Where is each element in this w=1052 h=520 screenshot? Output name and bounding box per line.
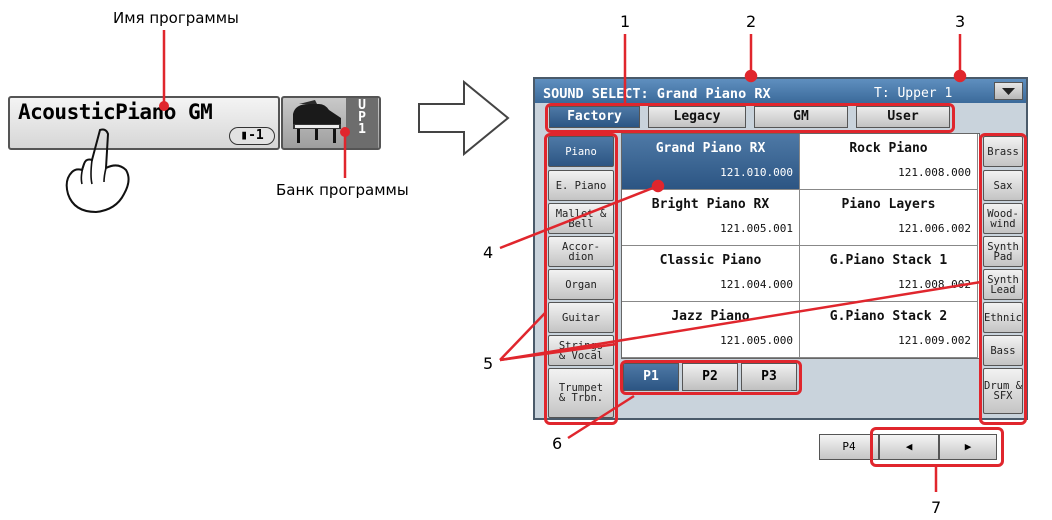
sound-code: 121.008.000 <box>898 166 971 179</box>
sound-code: 121.006.002 <box>898 222 971 235</box>
sound-name: Piano Layers <box>841 197 936 212</box>
sound-code: 121.005.001 <box>720 222 793 235</box>
left-callout-lines <box>159 30 350 178</box>
highlight-left-categories <box>544 133 618 425</box>
screen-title: SOUND SELECT: Grand Piano RX <box>543 86 771 102</box>
track-label: T: Upper 1 <box>874 86 953 101</box>
callout-number: 4 <box>483 243 494 262</box>
callout-number: 5 <box>483 354 494 373</box>
highlight-scroll-arrows <box>870 427 1004 467</box>
page-menu-button[interactable] <box>994 82 1023 100</box>
sound-cell[interactable]: G.Piano Stack 1 121.008.002 <box>800 246 978 302</box>
sound-code: 121.004.000 <box>720 278 793 291</box>
sound-name: G.Piano Stack 2 <box>829 309 948 324</box>
sound-code: 121.005.000 <box>720 334 793 347</box>
sound-code: 121.009.002 <box>898 334 971 347</box>
callout-number: 2 <box>746 12 757 31</box>
sound-name: G.Piano Stack 1 <box>829 253 948 268</box>
callout-number: 7 <box>931 498 942 517</box>
sound-cell[interactable]: Piano Layers 121.006.002 <box>800 190 978 246</box>
sound-name: Jazz Piano <box>671 309 750 324</box>
highlight-page-buttons <box>620 360 802 395</box>
highlight-right-categories <box>979 133 1027 425</box>
sound-grid: Grand Piano RX 121.010.000 Rock Piano 12… <box>621 133 980 359</box>
sound-name: Grand Piano RX <box>655 141 766 156</box>
highlight-bank-tabs <box>545 103 955 133</box>
callout-number: 3 <box>955 12 966 31</box>
sound-cell[interactable]: Grand Piano RX 121.010.000 <box>622 134 800 190</box>
sound-cell[interactable]: G.Piano Stack 2 121.009.002 <box>800 302 978 358</box>
sound-code: 121.008.002 <box>898 278 971 291</box>
dropdown-arrow-icon <box>1002 88 1015 95</box>
sound-cell[interactable]: Jazz Piano 121.005.000 <box>622 302 800 358</box>
sound-name: Rock Piano <box>849 141 928 156</box>
sound-cell[interactable]: Rock Piano 121.008.000 <box>800 134 978 190</box>
sound-cell[interactable]: Bright Piano RX 121.005.001 <box>622 190 800 246</box>
callout-number: 6 <box>552 434 563 453</box>
right-arrow-shape <box>418 79 510 157</box>
sound-code: 121.010.000 <box>720 166 793 179</box>
callout-number: 1 <box>620 12 631 31</box>
sound-cell[interactable]: Classic Piano 121.004.000 <box>622 246 800 302</box>
sound-name: Classic Piano <box>659 253 762 268</box>
sound-name: Bright Piano RX <box>651 197 770 212</box>
